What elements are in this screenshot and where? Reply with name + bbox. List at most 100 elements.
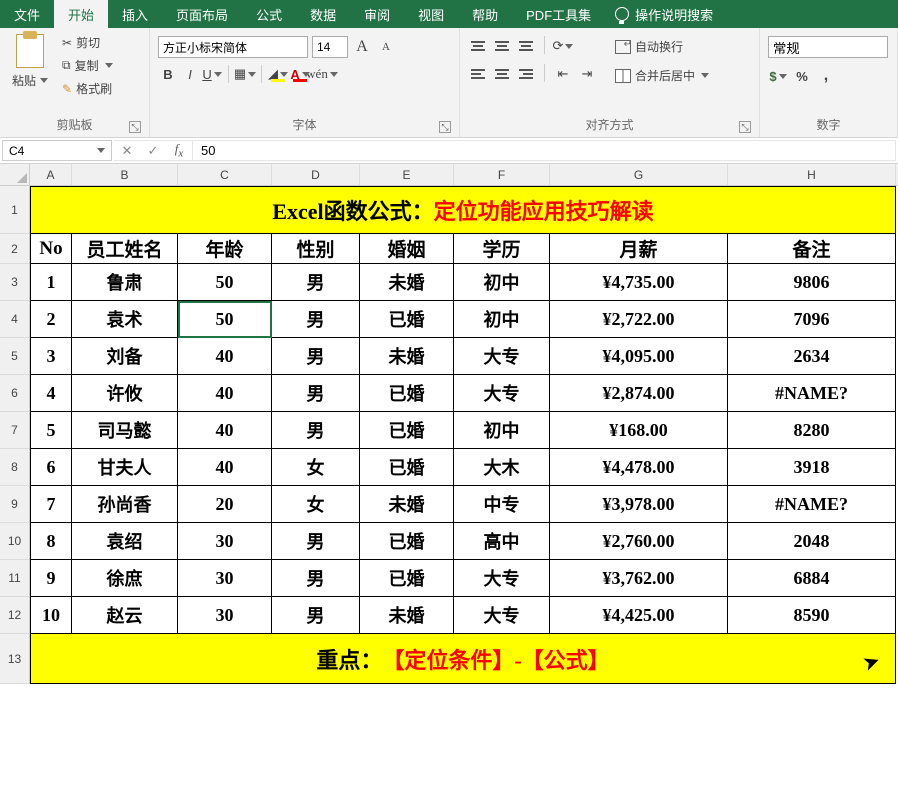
cells-area[interactable]: Excel函数公式：定位功能应用技巧解读No员工姓名年龄性别婚姻学历月薪备注1鲁… xyxy=(30,186,898,808)
fill-color-button[interactable]: ◢ xyxy=(268,64,288,84)
cell[interactable]: 司马懿 xyxy=(72,412,178,449)
row-head-6[interactable]: 6 xyxy=(0,375,29,412)
cell[interactable]: ¥3,762.00 xyxy=(550,560,728,597)
clipboard-expand[interactable]: ⤡ xyxy=(129,121,141,133)
col-head-B[interactable]: B xyxy=(72,164,178,185)
cell[interactable]: 鲁肃 xyxy=(72,264,178,301)
cell[interactable]: 女 xyxy=(272,449,360,486)
formula-input[interactable]: 50 xyxy=(193,140,896,161)
align-expand[interactable]: ⤡ xyxy=(739,121,751,133)
cell[interactable]: ¥4,425.00 xyxy=(550,597,728,634)
cell[interactable]: 40 xyxy=(178,338,272,375)
cell[interactable]: 男 xyxy=(272,338,360,375)
name-box[interactable]: C4 xyxy=(2,140,112,161)
tell-me-search[interactable]: 操作说明搜索 xyxy=(615,0,713,28)
table-row[interactable]: 4许攸40男已婚大专¥2,874.00#NAME? xyxy=(30,375,896,412)
row-headers[interactable]: 12345678910111213 xyxy=(0,186,30,684)
cell[interactable]: 9 xyxy=(30,560,72,597)
cell[interactable]: 男 xyxy=(272,597,360,634)
decrease-font-button[interactable]: A xyxy=(376,37,396,57)
row-head-5[interactable]: 5 xyxy=(0,338,29,375)
cell[interactable]: 男 xyxy=(272,412,360,449)
cell[interactable]: 未婚 xyxy=(360,338,454,375)
cell[interactable]: 已婚 xyxy=(360,560,454,597)
row-head-10[interactable]: 10 xyxy=(0,523,29,560)
percent-button[interactable] xyxy=(792,66,812,86)
paste-button[interactable]: 粘贴 xyxy=(8,32,52,91)
tab-layout[interactable]: 页面布局 xyxy=(162,0,242,28)
tab-formula[interactable]: 公式 xyxy=(242,0,296,28)
cell[interactable]: 7096 xyxy=(728,301,896,338)
row-head-11[interactable]: 11 xyxy=(0,560,29,597)
table-row[interactable]: 10赵云30男未婚大专¥4,425.008590 xyxy=(30,597,896,634)
cell[interactable]: 徐庶 xyxy=(72,560,178,597)
header-cell[interactable]: 员工姓名 xyxy=(72,234,178,264)
column-headers[interactable]: ABCDEFGH xyxy=(30,164,898,186)
cell[interactable]: 男 xyxy=(272,264,360,301)
row-head-1[interactable]: 1 xyxy=(0,186,29,234)
cell[interactable]: 男 xyxy=(272,560,360,597)
header-cell[interactable]: No xyxy=(30,234,72,264)
row-head-8[interactable]: 8 xyxy=(0,449,29,486)
cell[interactable]: 30 xyxy=(178,597,272,634)
font-color-button[interactable]: A xyxy=(290,64,310,84)
currency-button[interactable] xyxy=(768,66,788,86)
cell[interactable]: 大木 xyxy=(454,449,550,486)
cell[interactable]: 6884 xyxy=(728,560,896,597)
cell[interactable]: 3918 xyxy=(728,449,896,486)
increase-font-button[interactable]: A xyxy=(352,37,372,57)
tab-file[interactable]: 文件 xyxy=(0,0,54,28)
col-head-G[interactable]: G xyxy=(550,164,728,185)
cell[interactable]: 男 xyxy=(272,301,360,338)
cell[interactable]: 40 xyxy=(178,375,272,412)
cell[interactable]: 刘备 xyxy=(72,338,178,375)
cell[interactable]: 1 xyxy=(30,264,72,301)
tab-help[interactable]: 帮助 xyxy=(458,0,512,28)
align-middle-button[interactable] xyxy=(492,36,512,56)
orientation-button[interactable]: ⟳ xyxy=(553,36,573,56)
cell[interactable]: 7 xyxy=(30,486,72,523)
cell[interactable]: 孙尚香 xyxy=(72,486,178,523)
tab-data[interactable]: 数据 xyxy=(296,0,350,28)
align-bottom-button[interactable] xyxy=(516,36,536,56)
cell[interactable]: 未婚 xyxy=(360,597,454,634)
cell[interactable]: 8590 xyxy=(728,597,896,634)
cell[interactable]: ¥4,735.00 xyxy=(550,264,728,301)
align-center-button[interactable] xyxy=(492,64,512,84)
header-row[interactable]: No员工姓名年龄性别婚姻学历月薪备注 xyxy=(30,234,896,264)
indent-decrease-button[interactable]: ⇤ xyxy=(553,64,573,84)
phonetic-button[interactable]: wén xyxy=(312,64,332,84)
insert-function-button[interactable]: fx xyxy=(166,141,192,160)
cell[interactable]: 已婚 xyxy=(360,375,454,412)
cell[interactable]: 袁绍 xyxy=(72,523,178,560)
cell[interactable]: 未婚 xyxy=(360,486,454,523)
cell[interactable]: ¥2,760.00 xyxy=(550,523,728,560)
row-head-12[interactable]: 12 xyxy=(0,597,29,634)
cell[interactable]: 10 xyxy=(30,597,72,634)
table-row[interactable]: 5司马懿40男已婚初中¥168.008280 xyxy=(30,412,896,449)
table-row[interactable]: 9徐庶30男已婚大专¥3,762.006884 xyxy=(30,560,896,597)
cell[interactable]: #NAME? xyxy=(728,486,896,523)
indent-increase-button[interactable]: ⇥ xyxy=(577,64,597,84)
cell[interactable]: 赵云 xyxy=(72,597,178,634)
cell[interactable]: 未婚 xyxy=(360,264,454,301)
font-expand[interactable]: ⤡ xyxy=(439,121,451,133)
align-top-button[interactable] xyxy=(468,36,488,56)
cell[interactable]: 8 xyxy=(30,523,72,560)
bold-button[interactable]: B xyxy=(158,64,178,84)
col-head-E[interactable]: E xyxy=(360,164,454,185)
col-head-F[interactable]: F xyxy=(454,164,550,185)
accept-formula-button[interactable]: ✓ xyxy=(140,143,166,159)
cancel-formula-button[interactable]: ✕ xyxy=(114,143,140,159)
row-head-13[interactable]: 13 xyxy=(0,634,29,684)
cell[interactable]: 甘夫人 xyxy=(72,449,178,486)
cell[interactable]: 已婚 xyxy=(360,449,454,486)
cell[interactable]: 初中 xyxy=(454,301,550,338)
tab-view[interactable]: 视图 xyxy=(404,0,458,28)
row-head-9[interactable]: 9 xyxy=(0,486,29,523)
table-row[interactable]: 7孙尚香20女未婚中专¥3,978.00#NAME? xyxy=(30,486,896,523)
cell[interactable]: ¥2,722.00 xyxy=(550,301,728,338)
tab-home[interactable]: 开始 xyxy=(54,0,108,28)
cell[interactable]: 30 xyxy=(178,560,272,597)
header-cell[interactable]: 月薪 xyxy=(550,234,728,264)
